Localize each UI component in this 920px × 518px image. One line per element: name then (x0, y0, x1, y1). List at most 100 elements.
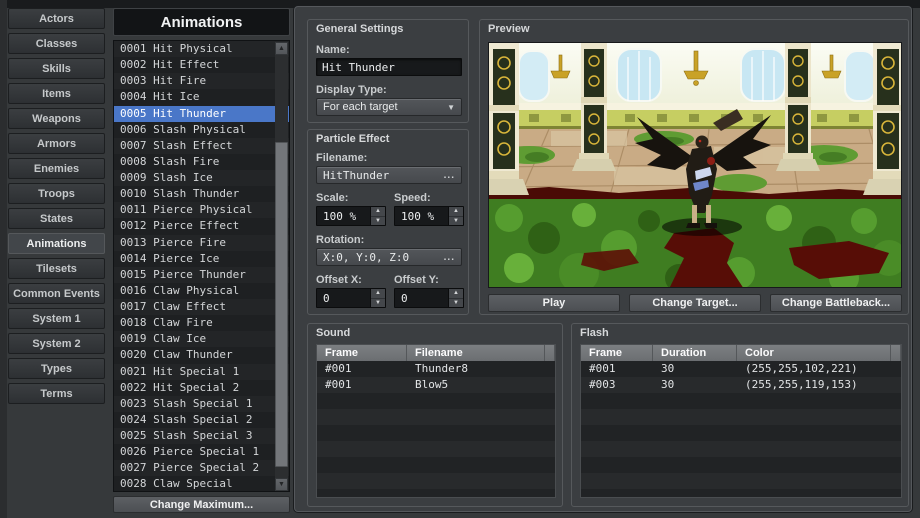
play-button[interactable]: Play (488, 294, 620, 312)
scroll-down-icon[interactable]: ▼ (275, 478, 288, 491)
flash-row[interactable]: #00130(255,255,102,221) (581, 361, 901, 377)
rotation-picker[interactable]: X:0, Y:0, Z:0 ... (316, 248, 462, 266)
sound-col-frame[interactable]: Frame (317, 345, 407, 361)
scale-up-icon[interactable]: ▲ (371, 207, 385, 217)
display-type-label: Display Type: (316, 84, 387, 96)
animation-list-item[interactable]: 0022 Hit Special 2 (114, 380, 289, 396)
animation-list-item[interactable]: 0015 Pierce Thunder (114, 267, 289, 283)
animation-list-item[interactable]: 0010 Slash Thunder (114, 186, 289, 202)
sidebar-item-armors[interactable]: Armors (8, 133, 105, 154)
animation-list-scrollbar[interactable]: ▲ ▼ (275, 42, 288, 491)
sidebar-item-states[interactable]: States (8, 208, 105, 229)
sidebar-item-weapons[interactable]: Weapons (8, 108, 105, 129)
flash-col-color[interactable]: Color (737, 345, 891, 361)
particle-effect-group: Particle Effect Filename: HitThunder ...… (307, 129, 469, 315)
flash-col-duration[interactable]: Duration (653, 345, 737, 361)
animation-list-item[interactable]: 0002 Hit Effect (114, 57, 289, 73)
offset-y-down-icon[interactable]: ▼ (449, 299, 463, 308)
sound-cell-filename: Thunder8 (407, 361, 555, 377)
sidebar-item-tilesets[interactable]: Tilesets (8, 258, 105, 279)
animation-list-item[interactable]: 0018 Claw Fire (114, 315, 289, 331)
animation-list-item[interactable]: 0007 Slash Effect (114, 138, 289, 154)
page-title: Animations (113, 8, 290, 36)
animation-list-item[interactable]: 0026 Pierce Special 1 (114, 444, 289, 460)
animation-list-item[interactable]: 0004 Hit Ice (114, 89, 289, 105)
animation-list-item[interactable]: 0012 Pierce Effect (114, 218, 289, 234)
flash-row[interactable]: #00330(255,255,119,153) (581, 377, 901, 393)
flash-cell-frame: #001 (581, 361, 653, 377)
browse-icon: ... (444, 252, 455, 263)
change-battleback-button[interactable]: Change Battleback... (770, 294, 902, 312)
sidebar-item-troops[interactable]: Troops (8, 183, 105, 204)
flash-header-row: FrameDurationColor (581, 345, 901, 361)
display-type-select[interactable]: For each target ▼ (316, 98, 462, 116)
animation-list-item[interactable]: 0001 Hit Physical (114, 41, 289, 57)
particle-effect-title: Particle Effect (316, 133, 389, 145)
animation-list-item[interactable]: 0023 Slash Special 1 (114, 396, 289, 412)
sidebar-item-classes[interactable]: Classes (8, 33, 105, 54)
name-label: Name: (316, 44, 350, 56)
animation-list-item[interactable]: 0024 Slash Special 2 (114, 412, 289, 428)
filename-picker[interactable]: HitThunder ... (316, 166, 462, 184)
scroll-up-icon[interactable]: ▲ (275, 42, 288, 55)
animation-list-item[interactable]: 0025 Slash Special 3 (114, 428, 289, 444)
animation-list-item[interactable]: 0017 Claw Effect (114, 299, 289, 315)
name-input[interactable] (316, 58, 462, 76)
general-settings-title: General Settings (316, 23, 403, 35)
rotation-label: Rotation: (316, 234, 364, 246)
offset-x-stepper[interactable]: 0 ▲ ▼ (316, 288, 386, 308)
offset-x-up-icon[interactable]: ▲ (371, 289, 385, 299)
speed-down-icon[interactable]: ▼ (449, 217, 463, 226)
animation-list-item[interactable]: 0021 Hit Special 1 (114, 364, 289, 380)
sound-col-filename[interactable]: Filename (407, 345, 545, 361)
animation-list-item[interactable]: 0016 Claw Physical (114, 283, 289, 299)
sidebar-item-enemies[interactable]: Enemies (8, 158, 105, 179)
sidebar-item-system-1[interactable]: System 1 (8, 308, 105, 329)
sidebar-item-actors[interactable]: Actors (8, 8, 105, 29)
animation-list-item[interactable]: 0011 Pierce Physical (114, 202, 289, 218)
speed-up-icon[interactable]: ▲ (449, 207, 463, 217)
animation-list-item[interactable]: 0008 Slash Fire (114, 154, 289, 170)
animation-list-item[interactable]: 0003 Hit Fire (114, 73, 289, 89)
speed-stepper[interactable]: 100 % ▲ ▼ (394, 206, 464, 226)
sidebar-item-items[interactable]: Items (8, 83, 105, 104)
animation-list-item[interactable]: 0027 Pierce Special 2 (114, 460, 289, 476)
animation-list-item[interactable]: 0005 Hit Thunder (114, 106, 289, 122)
scale-stepper[interactable]: 100 % ▲ ▼ (316, 206, 386, 226)
sidebar-item-animations[interactable]: Animations (8, 233, 105, 254)
scale-down-icon[interactable]: ▼ (371, 217, 385, 226)
change-target-button[interactable]: Change Target... (629, 294, 761, 312)
offset-x-down-icon[interactable]: ▼ (371, 299, 385, 308)
speed-value: 100 % (395, 207, 448, 225)
sidebar-item-types[interactable]: Types (8, 358, 105, 379)
animation-list-item[interactable]: 0013 Pierce Fire (114, 235, 289, 251)
sound-title: Sound (316, 327, 350, 339)
flash-col-frame[interactable]: Frame (581, 345, 653, 361)
preview-button-row: Play Change Target... Change Battleback... (488, 294, 902, 312)
flash-header-filler (891, 345, 901, 361)
sound-row[interactable]: #001Thunder8 (317, 361, 555, 377)
animation-list-item[interactable]: 0009 Slash Ice (114, 170, 289, 186)
sidebar-item-skills[interactable]: Skills (8, 58, 105, 79)
left-edge-strip (0, 0, 7, 518)
flash-cell-frame: #003 (581, 377, 653, 393)
sound-cell-frame: #001 (317, 377, 407, 393)
animation-list-item[interactable]: 0006 Slash Physical (114, 122, 289, 138)
animation-list-item[interactable]: 0019 Claw Ice (114, 331, 289, 347)
sidebar-item-system-2[interactable]: System 2 (8, 333, 105, 354)
sidebar-item-common-events[interactable]: Common Events (8, 283, 105, 304)
animation-list-item[interactable]: 0020 Claw Thunder (114, 347, 289, 363)
change-maximum-button[interactable]: Change Maximum... (113, 496, 290, 513)
animation-list-item[interactable]: 0014 Pierce Ice (114, 251, 289, 267)
scrollbar-thumb[interactable] (275, 142, 288, 467)
offset-y-up-icon[interactable]: ▲ (449, 289, 463, 299)
flash-cell-color: (255,255,102,221) (737, 361, 901, 377)
battleback-illustration (489, 43, 902, 288)
animation-list-item[interactable]: 0028 Claw Special (114, 476, 289, 492)
sound-row[interactable]: #001Blow5 (317, 377, 555, 393)
offset-y-stepper[interactable]: 0 ▲ ▼ (394, 288, 464, 308)
animation-list: 0001 Hit Physical0002 Hit Effect0003 Hit… (113, 40, 290, 492)
flash-group: Flash FrameDurationColor#00130(255,255,1… (571, 323, 909, 507)
sidebar-item-terms[interactable]: Terms (8, 383, 105, 404)
preview-group: Preview (479, 19, 909, 315)
